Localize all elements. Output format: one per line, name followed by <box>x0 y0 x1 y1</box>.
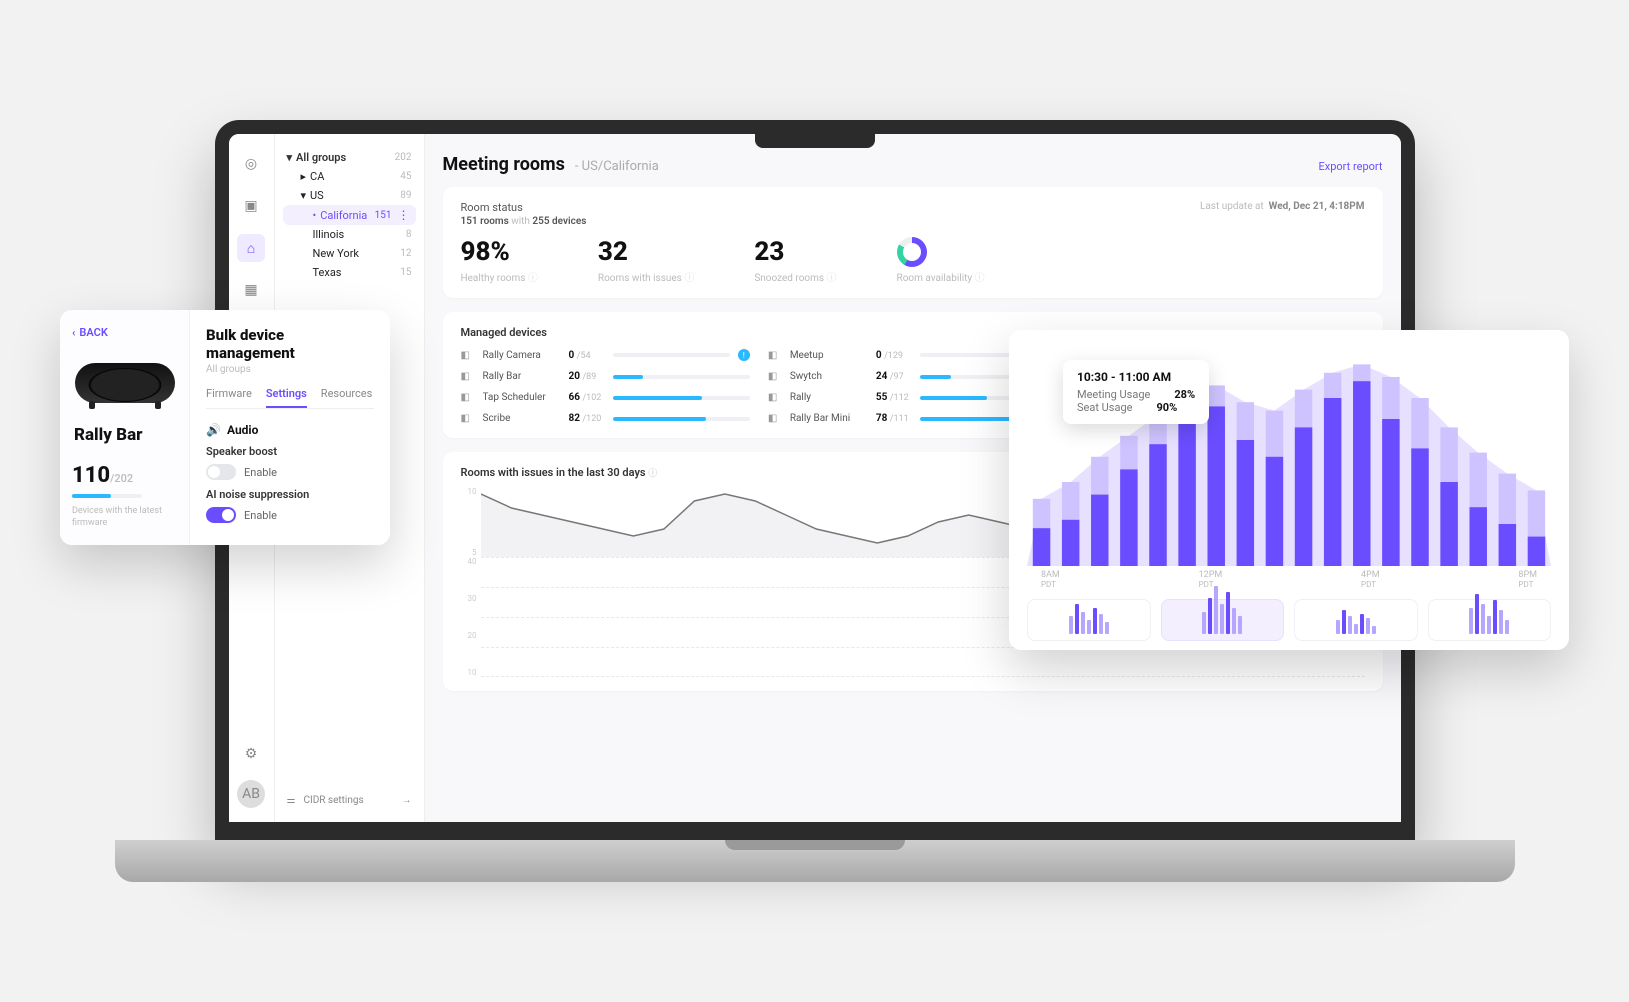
chart-thumbnails <box>1027 599 1551 641</box>
tree-label: All groups <box>296 151 346 164</box>
chart-thumbnail[interactable] <box>1027 599 1151 641</box>
ai-noise-label: AI noise suppression <box>206 488 374 501</box>
device-row[interactable]: ◧ Rally Camera 0 /54 ! <box>461 349 750 361</box>
availability-ring-icon <box>897 237 927 267</box>
info-icon[interactable]: ⓘ <box>528 273 538 284</box>
device-row[interactable]: ◧ Scribe 82 /120 <box>461 413 750 424</box>
audio-section: 🔊 Audio <box>206 423 374 437</box>
chart-thumbnail[interactable] <box>1294 599 1418 641</box>
info-icon[interactable]: ⓘ <box>648 469 657 479</box>
tree-item-texas[interactable]: Texas 15 <box>283 263 416 282</box>
tab-settings[interactable]: Settings <box>266 387 307 408</box>
gear-icon[interactable]: ⚙ <box>237 740 265 768</box>
page-subtitle: - US/California <box>575 159 659 174</box>
device-icon: ◧ <box>461 371 475 382</box>
arrow-right-icon: → <box>402 795 412 806</box>
status-heading: Room status <box>461 201 523 214</box>
tree-item-illinois[interactable]: Illinois 8 <box>283 225 416 244</box>
usage-chart-panel: 10:30 - 11:00 AM Meeting Usage28% Seat U… <box>1009 330 1569 650</box>
target-icon[interactable]: ◎ <box>237 150 265 178</box>
firmware-progress <box>72 494 142 498</box>
device-name: Rally Bar <box>74 425 142 445</box>
chevron-left-icon: ‹ <box>72 326 75 339</box>
speaker-boost-label: Speaker boost <box>206 445 374 458</box>
room-status-card: Room status Last update at Wed, Dec 21, … <box>443 187 1383 298</box>
sliders-icon: ⚌ <box>287 795 296 806</box>
device-icon: ◧ <box>461 392 475 403</box>
alert-badge-icon: ! <box>738 349 750 361</box>
ai-noise-toggle[interactable] <box>206 507 236 523</box>
back-button[interactable]: ‹ BACK <box>72 326 108 339</box>
device-image <box>75 363 175 403</box>
device-caption: Devices with the latest firmware <box>72 506 177 529</box>
device-icon: ◧ <box>768 371 782 382</box>
device-icon: ◧ <box>768 392 782 403</box>
info-icon[interactable]: ⓘ <box>975 273 985 284</box>
device-row[interactable]: ◧ Rally Bar 20 /89 <box>461 371 750 382</box>
tree-item-newyork[interactable]: New York 12 <box>283 244 416 263</box>
kpi-issues: 32 Rooms with issues ⓘ <box>598 237 694 284</box>
device-icon: ◧ <box>461 413 475 424</box>
bulk-subtitle: All groups <box>206 364 374 375</box>
device-icon: ◧ <box>768 350 782 361</box>
kpi-snoozed: 23 Snoozed rooms ⓘ <box>754 237 836 284</box>
chart-thumbnail[interactable] <box>1161 599 1285 641</box>
tab-firmware[interactable]: Firmware <box>206 387 252 408</box>
audio-icon: 🔊 <box>206 423 221 437</box>
page-title: Meeting rooms <box>443 154 565 175</box>
user-avatar[interactable]: AB <box>237 780 265 808</box>
tree-count: 202 <box>395 152 412 163</box>
dashboard-icon[interactable]: ⌂ <box>237 234 265 262</box>
status-subtext: 151 rooms with 255 devices <box>461 216 1365 227</box>
kpi-availability: Room availability ⓘ <box>897 237 985 284</box>
device-count: 110/202 <box>72 463 133 488</box>
cidr-settings-link[interactable]: ⚌ CIDR settings → <box>283 787 416 814</box>
chart-thumbnail[interactable] <box>1428 599 1552 641</box>
device-row[interactable]: ◧ Tap Scheduler 66 /102 <box>461 392 750 403</box>
laptop-notch <box>755 134 875 148</box>
laptop-base <box>115 840 1515 882</box>
more-icon[interactable]: ⋮ <box>396 208 412 222</box>
info-icon[interactable]: ⓘ <box>684 273 694 284</box>
tree-item-california[interactable]: • California 151 ⋮ <box>283 205 416 225</box>
speaker-boost-toggle[interactable] <box>206 464 236 480</box>
x-axis-ticks: 8AMPDT12PMPDT4PMPDT8PMPDT <box>1041 570 1537 589</box>
bulk-tabs: Firmware Settings Resources <box>206 387 374 409</box>
device-icon: ◧ <box>768 413 782 424</box>
tab-resources[interactable]: Resources <box>321 387 373 408</box>
kpi-healthy: 98% Healthy rooms ⓘ <box>461 237 538 284</box>
tree-item-us[interactable]: ▾ US 89 <box>283 186 416 205</box>
device-icon: ◧ <box>461 350 475 361</box>
grid-icon[interactable]: ▦ <box>237 276 265 304</box>
info-icon[interactable]: ⓘ <box>827 273 837 284</box>
chart-tooltip: 10:30 - 11:00 AM Meeting Usage28% Seat U… <box>1063 360 1209 424</box>
bulk-title: Bulk device management <box>206 326 374 362</box>
export-report-link[interactable]: Export report <box>1319 160 1383 173</box>
issues-heading: Rooms with issues in the last 30 days <box>461 466 646 479</box>
bulk-device-panel: ‹ BACK Rally Bar 110/202 Devices with th… <box>60 310 390 545</box>
rooms-icon[interactable]: ▣ <box>237 192 265 220</box>
tree-all-groups[interactable]: ▾ All groups 202 <box>283 148 416 167</box>
tree-item-ca[interactable]: ▸ CA 45 <box>283 167 416 186</box>
